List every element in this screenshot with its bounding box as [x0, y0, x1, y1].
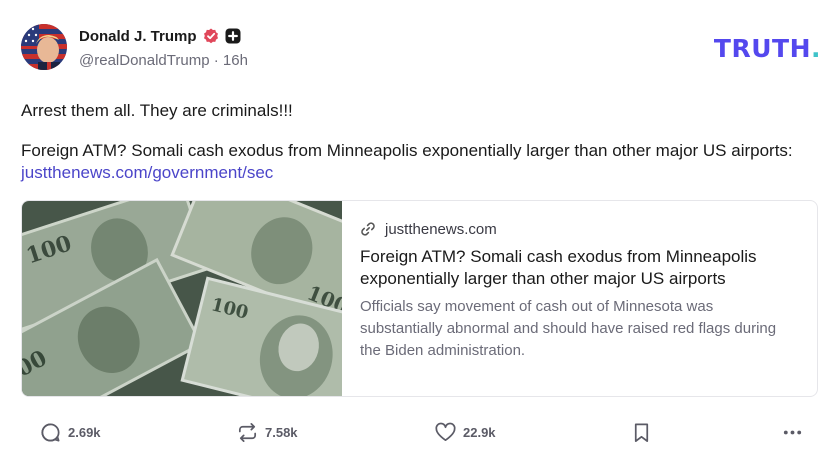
reply-button[interactable]: 2.69k: [39, 418, 101, 446]
truth-logo[interactable]: TRUTH.: [714, 34, 821, 63]
reply-icon: [41, 422, 60, 442]
link-description: Officials say movement of cash out of Mi…: [360, 298, 777, 359]
like-count: 22.9k: [463, 424, 496, 440]
link-domain: justthenews.com: [385, 220, 497, 238]
retruth-count: 7.58k: [265, 424, 298, 440]
reply-count: 2.69k: [68, 424, 101, 440]
post-header: Donald J. Trump @realDonaldTrump · 16h T…: [21, 24, 821, 76]
author-handle[interactable]: @realDonaldTrump: [79, 52, 210, 69]
avatar[interactable]: [21, 24, 67, 70]
post-actions: 2.69k 7.58k 22.9k: [21, 418, 811, 446]
link-preview-image[interactable]: 100 100 100 100: [22, 201, 394, 396]
bookmark-icon: [634, 422, 649, 442]
bookmark-button[interactable]: [630, 418, 659, 446]
like-button[interactable]: 22.9k: [434, 418, 496, 446]
retruth-button[interactable]: 7.58k: [236, 418, 298, 446]
link-domain-row: justthenews.com: [360, 219, 799, 239]
meta-separator: ·: [213, 52, 223, 69]
author-meta: @realDonaldTrump · 16h: [79, 52, 248, 69]
post-link[interactable]: justthenews.com/government/sec: [21, 163, 273, 182]
link-preview-body: justthenews.com Foreign ATM? Somali cash…: [342, 201, 817, 396]
plus-badge-icon: [225, 28, 241, 44]
post-line-2-text: Foreign ATM? Somali cash exodus from Min…: [21, 141, 793, 160]
more-icon: [783, 430, 802, 434]
logo-text: TRUTH: [713, 34, 811, 63]
logo-dot: .: [811, 34, 821, 63]
author-name-row: Donald J. Trump: [79, 26, 241, 46]
more-options-button[interactable]: [781, 418, 810, 446]
verified-icon: [203, 28, 218, 44]
post-line-2: Foreign ATM? Somali cash exodus from Min…: [21, 140, 811, 184]
link-icon: [361, 222, 375, 236]
post-timestamp[interactable]: 16h: [223, 52, 248, 69]
post-line-1: Arrest them all. They are criminals!!!: [21, 101, 293, 120]
link-preview-card[interactable]: 100 100 100 100 justthenews.com Foreign …: [21, 200, 818, 397]
display-name[interactable]: Donald J. Trump: [79, 28, 197, 45]
post-body: Arrest them all. They are criminals!!! F…: [21, 100, 811, 202]
retruth-icon: [238, 422, 257, 442]
heart-icon: [435, 422, 456, 441]
link-title: Foreign ATM? Somali cash exodus from Min…: [360, 247, 757, 288]
